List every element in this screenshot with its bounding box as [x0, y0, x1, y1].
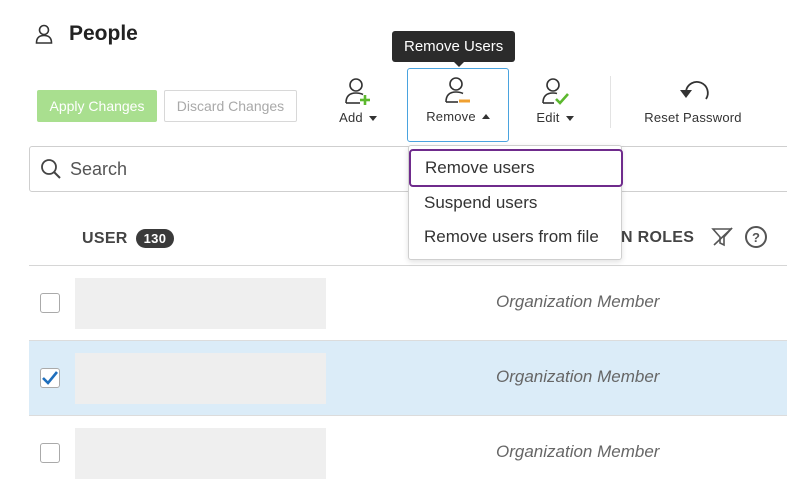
- edit-user-button[interactable]: Edit: [530, 70, 580, 142]
- remove-users-tooltip: Remove Users: [392, 31, 516, 62]
- user-info-placeholder: [75, 428, 326, 479]
- table-row[interactable]: Organization Member: [29, 341, 787, 416]
- user-info-placeholder: [75, 353, 326, 404]
- roles-column-header[interactable]: N ROLES: [621, 229, 694, 247]
- row-checkbox[interactable]: [40, 368, 60, 388]
- table-row[interactable]: Organization Member: [29, 416, 787, 490]
- add-user-icon: [344, 70, 372, 108]
- user-column-label: USER: [82, 229, 128, 247]
- edit-user-icon: [541, 70, 569, 108]
- edit-label: Edit: [536, 110, 560, 125]
- tooltip-arrow: [453, 61, 465, 67]
- menu-item-remove-users[interactable]: Remove users: [409, 149, 623, 187]
- add-label: Add: [339, 110, 363, 125]
- remove-user-icon: [444, 69, 472, 107]
- row-role: Organization Member: [496, 442, 660, 461]
- search-placeholder: Search: [70, 158, 128, 179]
- table-row[interactable]: Organization Member: [29, 266, 787, 341]
- remove-label: Remove: [426, 109, 476, 124]
- user-info-placeholder: [75, 278, 326, 329]
- discard-changes-button[interactable]: Discard Changes: [164, 90, 297, 122]
- checkmark-icon: [42, 371, 59, 385]
- page-title: People: [69, 22, 138, 45]
- chevron-down-icon: [565, 116, 574, 121]
- filter-icon[interactable]: [711, 226, 735, 253]
- user-column-header[interactable]: USER 130: [82, 229, 175, 248]
- search-icon: [40, 158, 62, 180]
- page-header: People: [35, 22, 138, 46]
- person-icon: [35, 24, 53, 44]
- row-checkbox[interactable]: [40, 443, 60, 463]
- menu-item-remove-users-from-file[interactable]: Remove users from file: [409, 222, 599, 252]
- reset-password-label: Reset Password: [644, 110, 742, 125]
- toolbar-divider: [610, 76, 611, 128]
- help-icon[interactable]: ?: [745, 226, 767, 248]
- remove-dropdown-menu: Remove users Suspend users Remove users …: [408, 145, 623, 260]
- reset-password-button[interactable]: Reset Password: [640, 70, 746, 142]
- chevron-down-icon: [368, 116, 377, 121]
- reset-password-icon: [676, 70, 710, 108]
- apply-changes-button[interactable]: Apply Changes: [37, 90, 157, 122]
- remove-user-button[interactable]: Remove: [407, 68, 509, 142]
- row-checkbox[interactable]: [40, 293, 60, 313]
- row-role: Organization Member: [496, 292, 660, 311]
- chevron-up-icon: [481, 113, 490, 119]
- row-role: Organization Member: [496, 367, 660, 386]
- user-count-badge: 130: [135, 229, 175, 248]
- menu-item-suspend-users[interactable]: Suspend users: [409, 188, 537, 218]
- add-user-button[interactable]: Add: [333, 70, 383, 142]
